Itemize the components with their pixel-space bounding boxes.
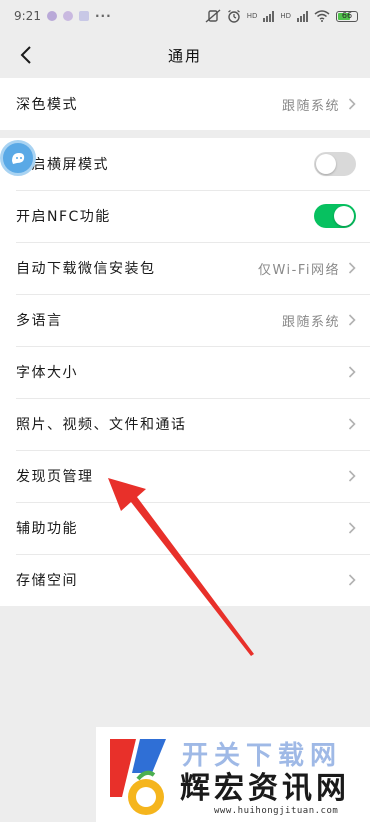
wifi-icon — [314, 10, 330, 22]
status-time: 9:21 — [14, 9, 41, 23]
setting-landscape-mode: 开启横屏模式 — [0, 138, 370, 190]
setting-dark-mode[interactable]: 深色模式 跟随系统 — [0, 78, 370, 130]
chevron-right-icon — [348, 522, 356, 534]
chevron-right-icon — [348, 574, 356, 586]
setting-right — [348, 366, 356, 378]
setting-language[interactable]: 多语言 跟随系统 — [0, 294, 370, 346]
setting-label: 多语言 — [16, 313, 63, 329]
chevron-right-icon — [348, 470, 356, 482]
toggle-knob — [316, 154, 336, 174]
setting-discover-management[interactable]: 发现页管理 — [0, 450, 370, 502]
setting-nfc: 开启NFC功能 — [0, 190, 370, 242]
signal-strength-icon — [297, 10, 308, 22]
setting-value: 仅Wi-Fi网络 — [257, 262, 340, 278]
nfc-toggle[interactable] — [314, 204, 356, 228]
setting-value: 跟随系统 — [281, 98, 340, 114]
watermark-text: 辉宏资讯网 — [180, 771, 350, 806]
settings-group-general: 开启横屏模式 开启NFC功能 自动下载微信安装包 仅Wi-Fi网络 多语言 跟随… — [0, 138, 370, 606]
setting-right — [348, 418, 356, 430]
back-button[interactable] — [12, 41, 40, 69]
chevron-right-icon — [348, 314, 356, 326]
page-title: 通用 — [167, 46, 202, 65]
watermark-url: www.huihongjituan.com — [214, 806, 339, 816]
notification-app-icon — [62, 11, 73, 21]
notification-app-icon — [78, 11, 89, 21]
assistant-face-icon — [12, 153, 25, 164]
signal-hd-label: HD — [280, 12, 291, 20]
setting-value: 跟随系统 — [281, 314, 340, 330]
setting-label: 发现页管理 — [16, 469, 94, 485]
toggle-knob — [334, 206, 354, 226]
status-bar-left: 9:21 ··· — [14, 9, 112, 23]
setting-label: 存储空间 — [16, 573, 78, 589]
signal-strength-icon — [263, 10, 275, 22]
alarm-icon — [227, 9, 240, 23]
battery-icon: 66 — [336, 10, 358, 22]
status-more-icon: ··· — [94, 9, 112, 23]
setting-right — [348, 574, 356, 586]
watermark-logo — [110, 739, 166, 815]
status-bar: 9:21 ··· HD HD 66 — [0, 0, 370, 32]
setting-right — [348, 470, 356, 482]
chevron-right-icon — [348, 98, 356, 110]
setting-auto-download[interactable]: 自动下载微信安装包 仅Wi-Fi网络 — [0, 242, 370, 294]
settings-group-display: 深色模式 跟随系统 — [0, 78, 370, 130]
setting-label: 深色模式 — [16, 97, 78, 113]
floating-assistant-bubble[interactable] — [0, 140, 36, 176]
vibrate-off-icon — [205, 9, 221, 23]
setting-right — [348, 522, 356, 534]
navigation-bar: 通用 — [0, 32, 370, 78]
setting-right: 仅Wi-Fi网络 — [258, 259, 356, 278]
settings-general-page: 9:21 ··· HD HD 66 通用 深色模式 跟随系统 开启横屏模式 开启… — [0, 0, 370, 822]
setting-label: 开启NFC功能 — [16, 209, 111, 225]
setting-label: 字体大小 — [16, 365, 78, 381]
setting-label: 辅助功能 — [16, 521, 78, 537]
setting-font-size[interactable]: 字体大小 — [0, 346, 370, 398]
status-bar-right: HD HD 66 — [205, 9, 358, 23]
chevron-right-icon — [348, 262, 356, 274]
setting-label: 自动下载微信安装包 — [16, 261, 156, 277]
back-arrow-icon — [20, 46, 31, 64]
setting-storage[interactable]: 存储空间 — [0, 554, 370, 606]
setting-right: 跟随系统 — [282, 311, 356, 330]
battery-level: 66 — [341, 10, 353, 20]
chevron-right-icon — [348, 366, 356, 378]
landscape-mode-toggle[interactable] — [314, 152, 356, 176]
setting-right: 跟随系统 — [282, 95, 356, 114]
signal-hd-label: HD — [246, 12, 258, 20]
setting-label: 照片、视频、文件和通话 — [16, 417, 187, 433]
setting-media-files-calls[interactable]: 照片、视频、文件和通话 — [0, 398, 370, 450]
setting-accessibility[interactable]: 辅助功能 — [0, 502, 370, 554]
watermark: 开关下载网 辉宏资讯网 www.huihongjituan.com — [96, 727, 370, 822]
chevron-right-icon — [348, 418, 356, 430]
notification-app-icon — [46, 11, 57, 21]
